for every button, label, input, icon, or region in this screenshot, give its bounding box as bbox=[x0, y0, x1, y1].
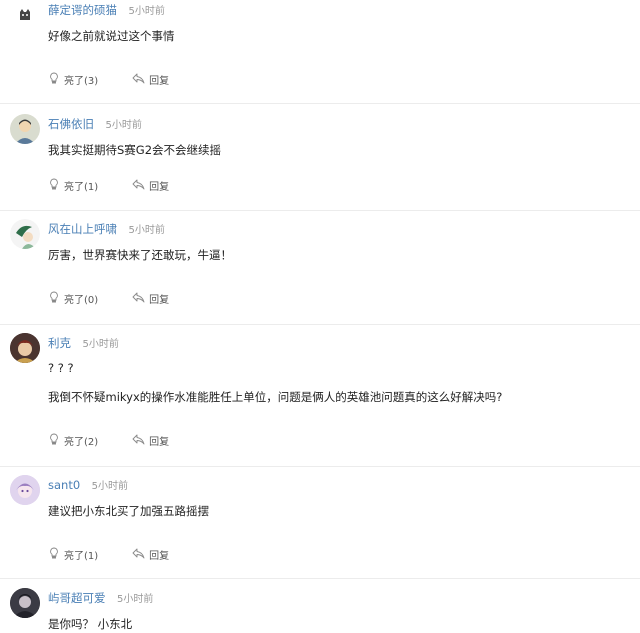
reply-button[interactable]: 回复 bbox=[132, 291, 169, 306]
like-button[interactable]: 亮了(0) bbox=[48, 291, 98, 306]
timestamp: 5小时前 bbox=[128, 6, 165, 17]
comment-text: 我其实挺期待S赛G2会不会继续摇 bbox=[48, 143, 222, 157]
avatar[interactable] bbox=[10, 219, 40, 249]
like-button[interactable]: 亮了(3) bbox=[48, 72, 98, 87]
comment-meta: sant0 5小时前 bbox=[48, 477, 128, 492]
reply-label: 回复 bbox=[149, 437, 170, 448]
like-button[interactable]: 亮了(2) bbox=[48, 433, 98, 448]
comment-actions: 亮了(1) 回复 bbox=[48, 547, 203, 562]
reply-button[interactable]: 回复 bbox=[132, 547, 169, 562]
reply-arrow-icon bbox=[132, 73, 149, 87]
reply-button[interactable]: 回复 bbox=[132, 433, 169, 448]
comment-item: 薛定谔的硕猫 5小时前 好像之前就说过这个事情 亮了(3) 回复 bbox=[0, 0, 640, 104]
lightbulb-icon bbox=[48, 433, 64, 448]
reply-arrow-icon bbox=[132, 434, 149, 448]
reply-arrow-icon bbox=[132, 548, 149, 562]
comment-actions: 亮了(2) 回复 bbox=[48, 433, 203, 448]
like-button[interactable]: 亮了(1) bbox=[48, 547, 98, 562]
comment-text: ? ? ? bbox=[48, 361, 74, 375]
lightbulb-icon bbox=[48, 291, 64, 306]
username[interactable]: 风在山上呼啸 bbox=[48, 222, 117, 236]
reply-arrow-icon bbox=[132, 292, 149, 306]
comment-meta: 石佛依旧 5小时前 bbox=[48, 116, 142, 132]
avatar[interactable] bbox=[10, 588, 40, 618]
reply-label: 回复 bbox=[149, 295, 170, 306]
timestamp: 5小时前 bbox=[82, 339, 119, 350]
reply-label: 回复 bbox=[149, 76, 170, 87]
reply-button[interactable]: 回复 bbox=[132, 72, 169, 87]
lightbulb-icon bbox=[48, 178, 64, 193]
like-button[interactable]: 亮了(1) bbox=[48, 178, 98, 193]
comment-item: sant0 5小时前 建议把小东北买了加强五路摇摆 亮了(1) 回复 bbox=[0, 467, 640, 579]
comment-actions: 亮了(0) 回复 bbox=[48, 291, 203, 306]
reply-arrow-icon bbox=[132, 179, 149, 193]
username[interactable]: 石佛依旧 bbox=[48, 117, 94, 131]
reply-label: 回复 bbox=[149, 182, 170, 193]
username[interactable]: 屿哥超可爱 bbox=[48, 591, 106, 605]
avatar[interactable] bbox=[10, 333, 40, 363]
comment-meta: 利克 5小时前 bbox=[48, 335, 119, 351]
avatar[interactable] bbox=[10, 114, 40, 144]
username[interactable]: 利克 bbox=[48, 336, 71, 350]
comment-item: 屿哥超可爱 5小时前 是你吗？ 小东北 bbox=[0, 579, 640, 633]
comment-item: 利克 5小时前 ? ? ? 我倒不怀疑mikyx的操作水准能胜任上单位，问题是俩… bbox=[0, 325, 640, 467]
timestamp: 5小时前 bbox=[117, 594, 154, 605]
comment-item: 石佛依旧 5小时前 我其实挺期待S赛G2会不会继续摇 亮了(1) 回复 bbox=[0, 104, 640, 211]
avatar[interactable] bbox=[10, 475, 40, 505]
like-label: 亮了(1) bbox=[64, 182, 99, 193]
lightbulb-icon bbox=[48, 72, 64, 87]
timestamp: 5小时前 bbox=[128, 225, 165, 236]
username[interactable]: 薛定谔的硕猫 bbox=[48, 3, 117, 17]
comment-text: 好像之前就说过这个事情 bbox=[48, 29, 175, 43]
like-label: 亮了(1) bbox=[64, 551, 99, 562]
timestamp: 5小时前 bbox=[91, 481, 129, 492]
comment-meta: 风在山上呼啸 5小时前 bbox=[48, 221, 165, 237]
comment-actions: 亮了(1) 回复 bbox=[48, 178, 203, 193]
comment-meta: 屿哥超可爱 5小时前 bbox=[48, 590, 153, 606]
comment-meta: 薛定谔的硕猫 5小时前 bbox=[48, 2, 165, 18]
timestamp: 5小时前 bbox=[105, 120, 142, 131]
comment-text: 厉害，世界赛快来了还敢玩，牛逼！ bbox=[48, 248, 232, 262]
reply-button[interactable]: 回复 bbox=[132, 178, 169, 193]
like-label: 亮了(3) bbox=[64, 76, 99, 87]
comment-text: 我倒不怀疑mikyx的操作水准能胜任上单位，问题是俩人的英雄池问题真的这么好解决… bbox=[48, 390, 503, 404]
comment-text: 建议把小东北买了加强五路摇摆 bbox=[48, 504, 209, 518]
comment-actions: 亮了(3) 回复 bbox=[48, 72, 203, 87]
like-label: 亮了(0) bbox=[64, 295, 99, 306]
reply-label: 回复 bbox=[149, 551, 170, 562]
comment-text: 是你吗？ 小东北 bbox=[48, 617, 133, 631]
avatar[interactable] bbox=[10, 0, 40, 30]
lightbulb-icon bbox=[48, 547, 64, 562]
username[interactable]: sant0 bbox=[48, 478, 80, 492]
comment-item: 风在山上呼啸 5小时前 厉害，世界赛快来了还敢玩，牛逼！ 亮了(0) 回复 bbox=[0, 211, 640, 325]
like-label: 亮了(2) bbox=[64, 437, 99, 448]
